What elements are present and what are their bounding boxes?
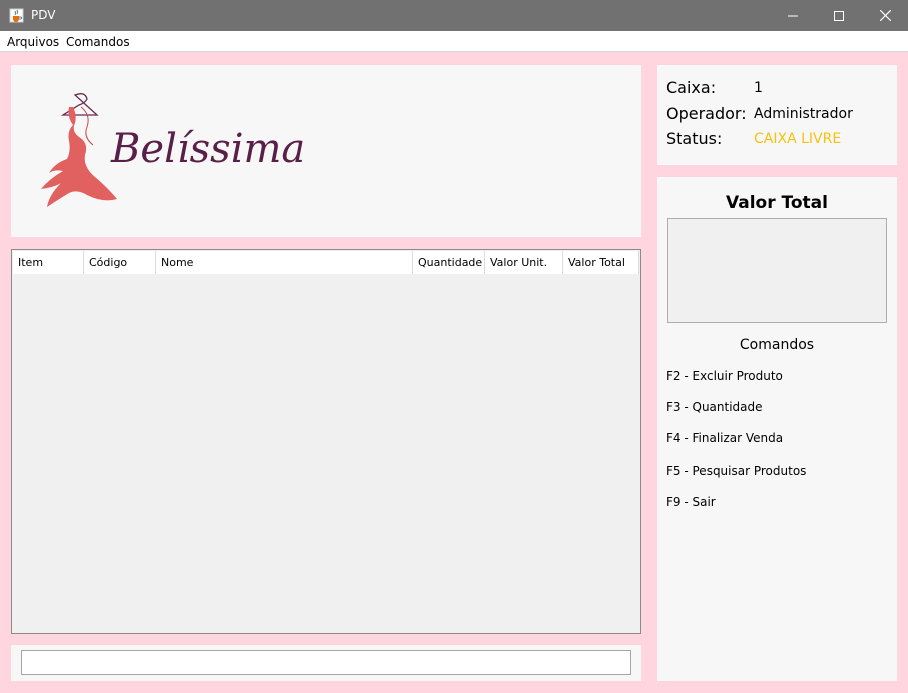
maximize-icon [834,10,844,21]
brand-logo: Belíssima [41,93,305,207]
product-code-input[interactable] [21,650,631,675]
info-panel: Caixa: 1 Operador: Administrador Status:… [657,65,897,165]
column-header-codigo[interactable]: Código [84,251,156,274]
table-header: Item Código Nome Quantidade Valor Unit. … [13,251,639,274]
java-cup-icon [9,8,24,23]
caixa-value: 1 [754,80,763,96]
command-excluir-produto: F2 - Excluir Produto [666,369,783,383]
command-quantidade: F3 - Quantidade [666,400,763,414]
maximize-button[interactable] [816,0,862,31]
valor-total-label: Valor Total [726,193,828,213]
minimize-button[interactable] [770,0,816,31]
operador-value: Administrador [754,106,853,122]
status-label: Status: [666,129,723,148]
status-value: CAIXA LIVRE [754,131,842,147]
items-table[interactable]: Item Código Nome Quantidade Valor Unit. … [11,249,641,634]
window-titlebar[interactable]: PDV [0,0,908,31]
command-pesquisar-produtos: F5 - Pesquisar Produtos [666,464,807,478]
column-header-valor-unit[interactable]: Valor Unit. [485,251,563,274]
column-header-valor-total[interactable]: Valor Total [563,251,639,274]
valor-total-display [667,218,887,323]
column-header-item[interactable]: Item [13,251,84,274]
command-finalizar-venda: F4 - Finalizar Venda [666,431,784,445]
operador-label: Operador: [666,104,747,123]
command-sair: F9 - Sair [666,495,716,509]
window-title: PDV [31,8,56,22]
minimize-icon [788,15,798,16]
menu-comandos[interactable]: Comandos [66,35,130,49]
column-header-nome[interactable]: Nome [156,251,413,274]
close-icon [879,10,891,21]
commands-title: Comandos [739,337,815,353]
input-panel [11,645,641,681]
dress-on-hanger-icon [41,93,117,207]
menu-arquivos[interactable]: Arquivos [7,35,59,49]
close-button[interactable] [862,0,908,31]
logo-panel: Belíssima [11,65,641,237]
menu-bar: Arquivos Comandos [0,31,908,52]
total-and-commands-panel: Valor Total Comandos F2 - Excluir Produt… [657,177,897,681]
column-header-quantidade[interactable]: Quantidade [413,251,485,274]
brand-name: Belíssima [110,126,305,172]
caixa-label: Caixa: [666,78,717,97]
